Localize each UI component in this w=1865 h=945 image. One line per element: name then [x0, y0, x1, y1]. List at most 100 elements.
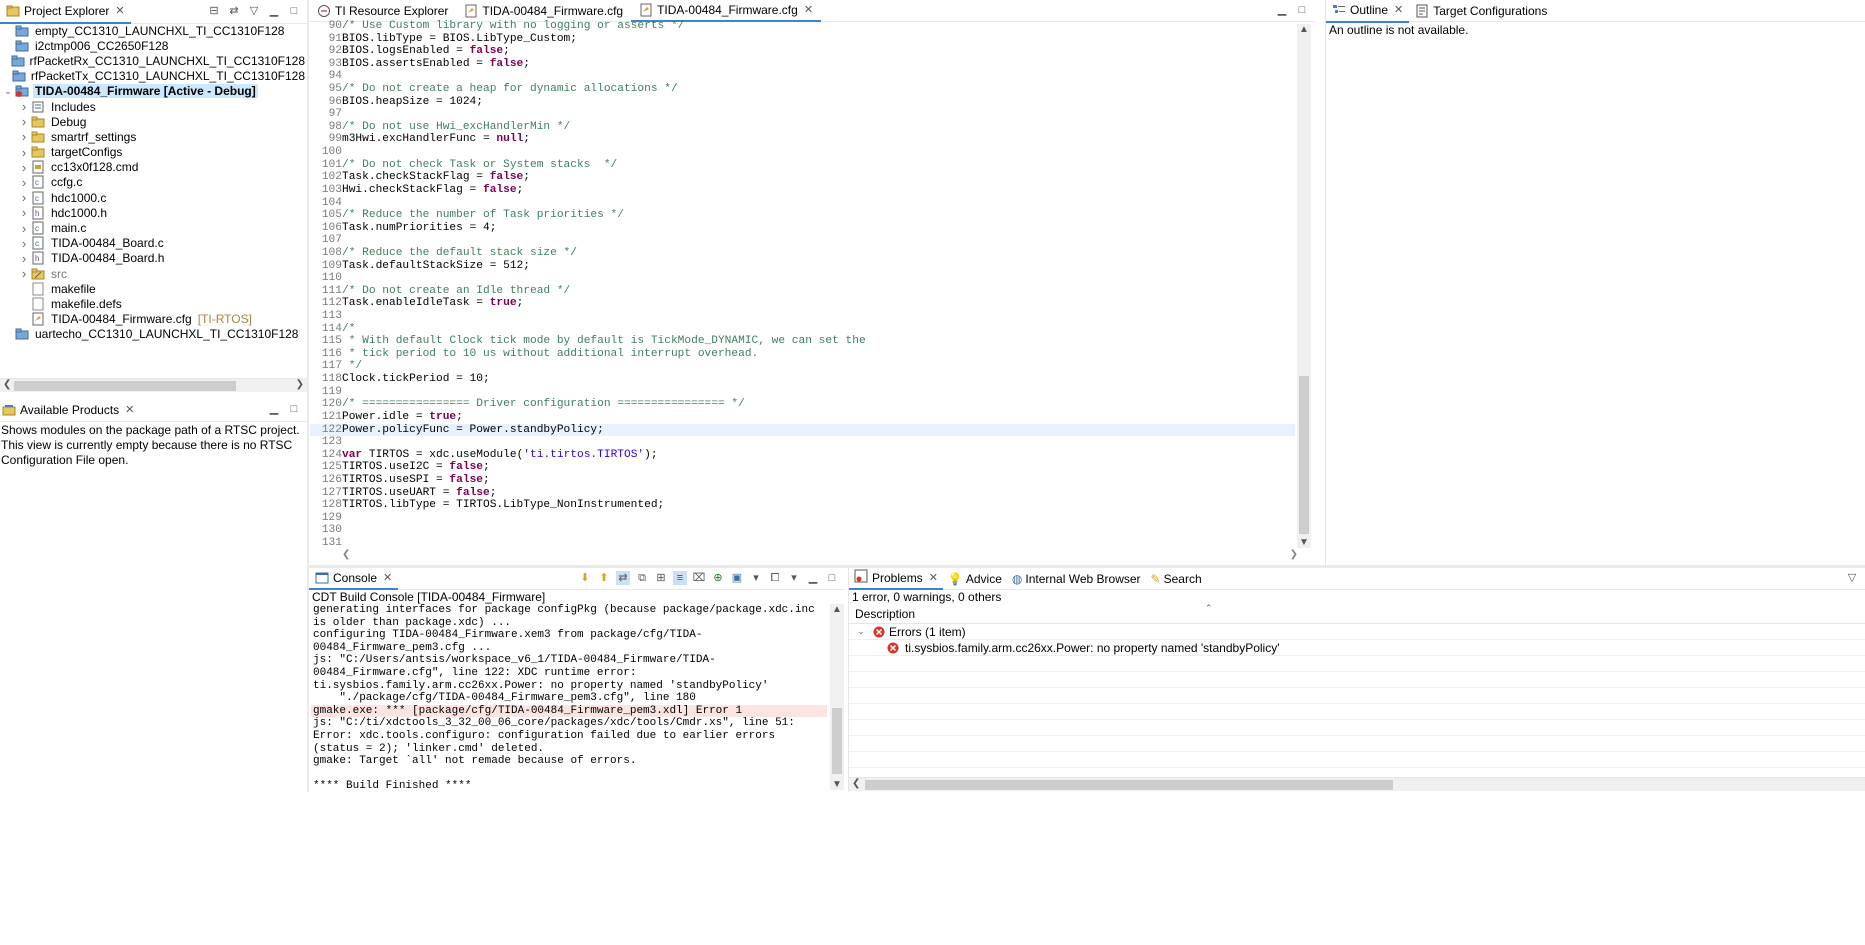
- tree-item[interactable]: › h hdc1000.h: [0, 205, 307, 220]
- code-line[interactable]: 126 TIRTOS.useSPI = false;: [310, 474, 1295, 487]
- tab-advice[interactable]: 💡 Advice: [943, 568, 1007, 590]
- minimize-icon[interactable]: ▁: [267, 4, 281, 18]
- code-line[interactable]: 112 Task.enableIdleTask = true;: [310, 297, 1295, 310]
- chevron-down-icon[interactable]: ⌄: [2, 86, 14, 97]
- code-line[interactable]: 91 BIOS.libType = BIOS.LibType_Custom;: [310, 33, 1295, 46]
- scroll-right-icon[interactable]: ❯: [296, 379, 304, 390]
- scroll-left-icon[interactable]: ❮: [852, 778, 860, 789]
- code-line[interactable]: 117 */: [310, 360, 1295, 373]
- code-line[interactable]: 115 * With default Clock tick mode by de…: [310, 335, 1295, 348]
- code-line[interactable]: 128 TIRTOS.libType = TIRTOS.LibType_NonIn…: [310, 499, 1295, 512]
- chevron-right-icon[interactable]: ›: [18, 99, 30, 114]
- code-line[interactable]: 124 var TIRTOS = xdc.useModule('ti.tirtos…: [310, 449, 1295, 462]
- link-with-editor-icon[interactable]: ⇄: [616, 571, 630, 585]
- tree-item[interactable]: › c main.c: [0, 220, 307, 236]
- chevron-right-icon[interactable]: ›: [18, 175, 30, 190]
- scroll-down-icon[interactable]: ▼: [832, 779, 842, 790]
- minimize-icon[interactable]: ▁: [267, 402, 281, 416]
- code-line[interactable]: 110: [310, 272, 1295, 285]
- editor-tab[interactable]: TIDA-00484_Firmware.cfg: [456, 0, 631, 22]
- close-icon[interactable]: ✕: [383, 571, 392, 584]
- scroll-down-icon[interactable]: ▼: [1299, 537, 1309, 548]
- code-line[interactable]: 116 * tick period to 10 us without addit…: [310, 348, 1295, 361]
- maximize-icon[interactable]: □: [287, 4, 301, 18]
- tree-item[interactable]: makefile.defs: [0, 296, 307, 311]
- code-line[interactable]: 105/* Reduce the number of Task prioriti…: [310, 209, 1295, 222]
- editor-horizontal-scrollbar[interactable]: ❮ ❯: [340, 549, 1306, 563]
- code-line[interactable]: 108/* Reduce the default stack size */: [310, 247, 1295, 260]
- code-line[interactable]: 109 Task.defaultStackSize = 512;: [310, 260, 1295, 273]
- console-output[interactable]: generating interfaces for package config…: [311, 604, 827, 790]
- editor-tab[interactable]: TI Resource Explorer: [309, 0, 456, 22]
- code-line[interactable]: 93 BIOS.assertsEnabled = false;: [310, 58, 1295, 71]
- code-line[interactable]: 118 Clock.tickPeriod = 10;: [310, 373, 1295, 386]
- code-line[interactable]: 103 Hwi.checkStackFlag = false;: [310, 184, 1295, 197]
- dropdown-icon[interactable]: ▾: [749, 571, 763, 585]
- scroll-right-icon[interactable]: ❯: [1290, 549, 1298, 560]
- chevron-right-icon[interactable]: ›: [18, 160, 30, 175]
- close-icon[interactable]: ✕: [929, 571, 938, 584]
- code-line[interactable]: 90/* Use Custom library with no logging …: [310, 20, 1295, 33]
- code-line[interactable]: 127 TIRTOS.useUART = false;: [310, 487, 1295, 500]
- horizontal-scrollbar[interactable]: ❮ ❯: [0, 378, 307, 392]
- code-line[interactable]: 106 Task.numPriorities = 4;: [310, 222, 1295, 235]
- scrollbar-thumb[interactable]: [14, 381, 236, 391]
- editor-vertical-scrollbar[interactable]: ▲ ▼: [1297, 24, 1311, 548]
- tree-item[interactable]: › c hdc1000.c: [0, 190, 307, 205]
- tree-item[interactable]: › c TIDA-00484_Board.c: [0, 236, 307, 251]
- tab-search[interactable]: ✎ Search: [1146, 568, 1207, 590]
- close-icon[interactable]: ✕: [125, 403, 134, 416]
- problems-horizontal-scrollbar[interactable]: ❮: [849, 777, 1865, 791]
- scrollbar-thumb[interactable]: [1299, 376, 1309, 534]
- tree-item[interactable]: makefile: [0, 281, 307, 296]
- link-with-editor-icon[interactable]: ⇄: [227, 4, 241, 18]
- tree-item[interactable]: › targetConfigs: [0, 145, 307, 160]
- scrollbar-thumb[interactable]: [865, 780, 1393, 790]
- chevron-right-icon[interactable]: ›: [18, 251, 30, 266]
- code-line[interactable]: 111/* Do not create an Idle thread */: [310, 285, 1295, 298]
- tab-internal-web-browser[interactable]: ◍ Internal Web Browser: [1007, 568, 1146, 590]
- tree-item[interactable]: › cc13x0f128.cmd: [0, 160, 307, 175]
- code-line[interactable]: 95/* Do not create a heap for dynamic al…: [310, 83, 1295, 96]
- pin-console-icon[interactable]: ⊞: [654, 571, 668, 585]
- code-line[interactable]: 122 Power.policyFunc = Power.standbyPolic…: [310, 423, 1295, 437]
- tree-item[interactable]: › c ccfg.c: [0, 175, 307, 190]
- chevron-right-icon[interactable]: ›: [18, 145, 30, 160]
- tree-item[interactable]: i2ctmp006_CC2650F128: [0, 38, 307, 53]
- clear-console-icon[interactable]: ⌧: [692, 571, 706, 585]
- code-line[interactable]: 92 BIOS.logsEnabled = false;: [310, 45, 1295, 58]
- scroll-left-icon[interactable]: ❮: [342, 549, 350, 560]
- scroll-up-icon[interactable]: ▲: [1299, 24, 1309, 35]
- chevron-right-icon[interactable]: ›: [18, 221, 30, 236]
- console-vertical-scrollbar[interactable]: ▲ ▼: [830, 604, 844, 790]
- scroll-left-icon[interactable]: ❮: [3, 379, 11, 390]
- next-error-icon[interactable]: ⬇: [578, 571, 592, 585]
- code-line[interactable]: 113: [310, 310, 1295, 323]
- sash-vertical[interactable]: [307, 0, 309, 792]
- code-line[interactable]: 123: [310, 436, 1295, 449]
- code-line[interactable]: 102 Task.checkStackFlag = false;: [310, 171, 1295, 184]
- minimize-icon[interactable]: ▁: [1275, 3, 1289, 17]
- chevron-right-icon[interactable]: ›: [18, 190, 30, 205]
- code-line[interactable]: 129: [310, 512, 1295, 525]
- tree-item[interactable]: uartecho_CC1310_LAUNCHXL_TI_CC1310F128: [0, 327, 307, 342]
- close-icon[interactable]: ✕: [804, 3, 813, 16]
- column-header-description[interactable]: Description ⌃: [849, 603, 1865, 624]
- display-selected-console-icon[interactable]: ▣: [730, 571, 744, 585]
- minimize-icon[interactable]: ▁: [806, 571, 820, 585]
- tab-outline[interactable]: Outline ✕: [1326, 0, 1410, 23]
- chevron-down-icon[interactable]: ⌄: [855, 626, 867, 637]
- tab-problems[interactable]: Problems ✕: [849, 568, 943, 590]
- view-menu-icon[interactable]: ▽: [1845, 571, 1859, 585]
- collapse-all-icon[interactable]: ⊟: [207, 4, 221, 18]
- copy-build-log-icon[interactable]: ⧉: [635, 571, 649, 585]
- close-icon[interactable]: ✕: [1394, 3, 1403, 16]
- previous-error-icon[interactable]: ⬆: [597, 571, 611, 585]
- tab-available-products[interactable]: Available Products ✕: [0, 398, 140, 422]
- code-line[interactable]: 101/* Do not check Task or System stacks…: [310, 159, 1295, 172]
- maximize-icon[interactable]: □: [825, 571, 839, 585]
- code-line[interactable]: 107: [310, 234, 1295, 247]
- code-line[interactable]: 125 TIRTOS.useI2C = false;: [310, 461, 1295, 474]
- maximize-icon[interactable]: □: [1295, 3, 1309, 17]
- chevron-right-icon[interactable]: ›: [18, 205, 30, 220]
